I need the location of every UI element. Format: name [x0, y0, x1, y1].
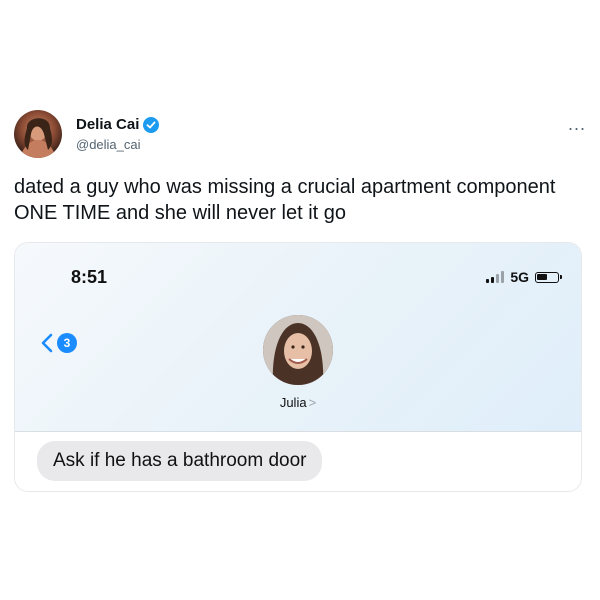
- contact-avatar[interactable]: [263, 315, 333, 385]
- chevron-right-icon: >: [308, 395, 317, 410]
- unread-count-badge: 3: [57, 333, 77, 353]
- status-time: 8:51: [71, 267, 108, 287]
- verified-badge-icon: [143, 116, 160, 133]
- status-icons: 5G: [486, 269, 562, 285]
- tweet-header: Delia Cai @delia_cai ...: [14, 110, 586, 166]
- author-name[interactable]: Delia Cai: [76, 116, 139, 133]
- chevron-left-icon: [41, 333, 53, 353]
- author-display-name[interactable]: Delia Cai: [76, 116, 160, 133]
- battery-icon: [535, 271, 562, 283]
- message-bubble[interactable]: Ask if he has a bathroom door: [37, 441, 323, 481]
- messages-header: 8:51 5G 3 Julia >: [15, 243, 581, 432]
- more-options-icon[interactable]: ...: [568, 114, 586, 135]
- signal-strength-icon: [486, 271, 505, 283]
- author-handle[interactable]: @delia_cai: [76, 137, 141, 152]
- contact-photo-icon: [263, 315, 333, 385]
- back-button[interactable]: 3: [41, 333, 77, 353]
- network-type: 5G: [510, 269, 529, 285]
- author-avatar[interactable]: [14, 110, 62, 158]
- author-photo-icon: [20, 118, 56, 158]
- tweet-text: dated a guy who was missing a crucial ap…: [14, 176, 556, 224]
- contact-name-link[interactable]: Julia >: [15, 395, 581, 410]
- contact-name[interactable]: Julia: [280, 395, 307, 410]
- embedded-screenshot: 8:51 5G 3 Julia > Ask if he has a bathro…: [14, 242, 582, 492]
